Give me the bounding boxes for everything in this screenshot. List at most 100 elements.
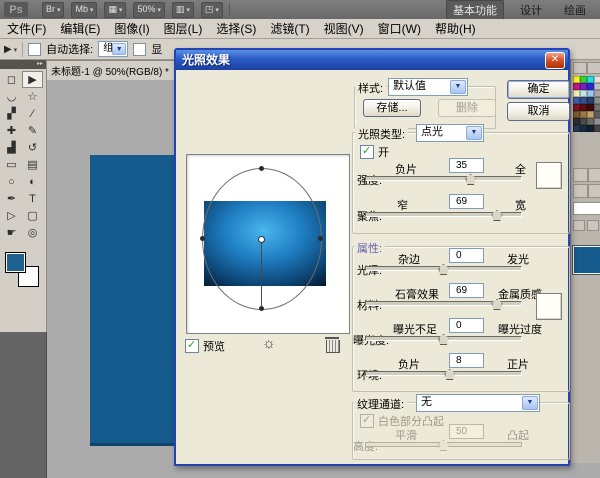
tool-lasso[interactable]: ◡ [1, 88, 22, 105]
color-swatch[interactable] [580, 104, 587, 111]
foreground-color-swatch[interactable] [5, 252, 26, 273]
launch-mini-bridge-icon[interactable]: Mb [71, 2, 97, 18]
document-tab[interactable]: 未标题-1 @ 50%(RGB/8) * [44, 60, 178, 80]
color-swatch[interactable] [594, 90, 600, 97]
workspace-painting[interactable]: 绘画 [558, 1, 592, 19]
view-extras-icon[interactable]: ▦ [104, 2, 126, 18]
workspace-design[interactable]: 设计 [514, 1, 548, 19]
color-swatch[interactable] [594, 76, 600, 83]
color-swatch[interactable] [580, 90, 587, 97]
light-color-well[interactable] [536, 162, 562, 189]
preview-checkbox[interactable] [185, 339, 199, 353]
color-swatch[interactable] [587, 76, 594, 83]
menu-item[interactable]: 帮助(H) [428, 20, 483, 37]
save-button[interactable]: 存储... [363, 99, 421, 117]
launch-bridge-icon[interactable]: Br [42, 2, 64, 18]
tool-eraser[interactable]: ▭ [1, 156, 22, 173]
close-icon[interactable]: ✕ [545, 52, 565, 69]
menu-item[interactable]: 窗口(W) [371, 20, 428, 37]
panel-icon-stub[interactable] [573, 220, 585, 231]
document-image[interactable] [90, 155, 176, 446]
focus-slider[interactable] [365, 212, 522, 217]
panel-tab-stub[interactable] [573, 168, 588, 182]
color-swatch[interactable] [594, 125, 600, 132]
menu-item[interactable]: 编辑(E) [53, 20, 107, 37]
tool-move[interactable]: ▶ [22, 71, 43, 88]
delete-light-trash-icon[interactable] [326, 340, 340, 353]
panel-icon-stub[interactable] [587, 220, 599, 231]
intensity-value[interactable]: 35 [449, 158, 484, 173]
color-swatch[interactable] [580, 97, 587, 104]
panel-tab-stub[interactable] [588, 168, 600, 182]
color-swatch[interactable] [573, 125, 580, 132]
color-swatch[interactable] [594, 83, 600, 90]
show-transform-checkbox[interactable] [133, 43, 146, 56]
panel-tab-stub[interactable] [588, 184, 600, 198]
color-swatch[interactable] [580, 125, 587, 132]
color-swatch[interactable] [573, 118, 580, 125]
tool-history-brush[interactable]: ↺ [22, 139, 43, 156]
panel-tab-stub[interactable] [573, 184, 588, 198]
auto-select-checkbox[interactable] [28, 43, 41, 56]
material-slider[interactable] [365, 301, 522, 306]
add-light-bulb-icon[interactable]: ☼ [262, 335, 276, 352]
color-swatch[interactable] [573, 104, 580, 111]
exposure-value[interactable]: 0 [449, 318, 484, 333]
panel-tab-stub[interactable] [587, 62, 600, 74]
zoom-level-control[interactable]: 50% [133, 2, 164, 18]
ok-button[interactable]: 确定 [507, 80, 570, 99]
color-swatch[interactable] [573, 111, 580, 118]
light-on-checkbox[interactable] [360, 145, 374, 159]
color-swatch[interactable] [587, 104, 594, 111]
tool-rect-marquee[interactable]: ◻ [1, 71, 22, 88]
color-swatch[interactable] [587, 125, 594, 132]
exposure-slider[interactable] [365, 336, 522, 341]
color-swatch[interactable] [594, 104, 600, 111]
color-swatch[interactable] [580, 83, 587, 90]
material-color-well[interactable] [536, 293, 562, 320]
color-swatch[interactable] [587, 90, 594, 97]
gloss-slider[interactable] [365, 266, 522, 271]
ambience-value[interactable]: 8 [449, 353, 484, 368]
color-swatch[interactable] [580, 118, 587, 125]
tool-clone-stamp[interactable]: ▟ [1, 139, 22, 156]
menu-item[interactable]: 图层(L) [157, 20, 210, 37]
tool-path-select[interactable]: ▷ [1, 207, 22, 224]
menu-item[interactable]: 文件(F) [0, 20, 53, 37]
color-swatch[interactable] [580, 111, 587, 118]
menu-item[interactable]: 选择(S) [209, 20, 263, 37]
color-swatch[interactable] [573, 97, 580, 104]
color-swatch[interactable] [587, 97, 594, 104]
tool-gradient[interactable]: ▤ [22, 156, 43, 173]
move-tool-preset-icon[interactable]: ▶ [4, 44, 17, 55]
focus-value[interactable]: 69 [449, 194, 484, 209]
menu-item[interactable]: 视图(V) [317, 20, 371, 37]
tool-shape[interactable]: ▢ [22, 207, 43, 224]
light-center-handle[interactable] [258, 236, 265, 243]
menu-item[interactable]: 滤镜(T) [263, 20, 316, 37]
screen-mode-icon[interactable]: ◳ [201, 2, 223, 18]
tool-hand[interactable]: ☛ [1, 224, 22, 241]
tool-type[interactable]: T [22, 190, 43, 207]
light-handle-right[interactable] [318, 236, 323, 241]
arrange-documents-icon[interactable]: ▥ [172, 2, 194, 18]
tool-dodge[interactable]: ◐ [22, 173, 43, 190]
blend-mode-select-stub[interactable] [573, 202, 600, 215]
intensity-slider[interactable] [365, 176, 522, 181]
color-swatch[interactable] [594, 111, 600, 118]
chevron-down-icon[interactable]: ▼ [522, 396, 538, 410]
auto-select-scope-select[interactable]: 组 [98, 41, 128, 57]
color-swatch[interactable] [587, 111, 594, 118]
gloss-value[interactable]: 0 [449, 248, 484, 263]
tool-zoom[interactable]: ◎ [22, 224, 43, 241]
color-swatch[interactable] [587, 118, 594, 125]
cancel-button[interactable]: 取消 [507, 102, 570, 121]
color-swatch[interactable] [573, 83, 580, 90]
tool-blur[interactable]: ○ [1, 173, 22, 190]
layer-thumbnail[interactable] [573, 246, 600, 274]
tool-crop[interactable]: ▞ [1, 105, 22, 122]
color-swatch[interactable] [587, 83, 594, 90]
material-value[interactable]: 69 [449, 283, 484, 298]
tool-brush[interactable]: ✎ [22, 122, 43, 139]
menu-item[interactable]: 图像(I) [107, 20, 156, 37]
